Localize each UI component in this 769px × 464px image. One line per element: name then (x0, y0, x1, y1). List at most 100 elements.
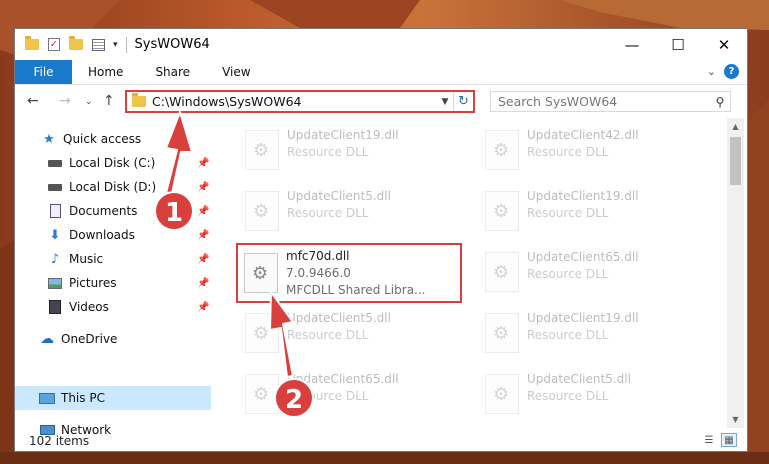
sidebar-item-videos[interactable]: Videos 📌 (15, 295, 211, 319)
dll-file-icon (485, 313, 519, 353)
sidebar-item-label: OneDrive (61, 332, 118, 346)
view-toggle: ☰ ▦ (697, 433, 737, 447)
sidebar-item-onedrive[interactable]: ☁ OneDrive (15, 327, 211, 351)
forward-arrow-icon[interactable]: → (59, 93, 71, 109)
music-icon: ♪ (50, 251, 60, 267)
documents-icon (47, 203, 63, 219)
search-icon[interactable]: ⚲ (710, 95, 730, 109)
file-tile[interactable]: UpdateClient5.dll Resource DLL (479, 368, 709, 422)
pin-icon[interactable]: 📌 (197, 230, 209, 241)
tab-file[interactable]: File (15, 60, 72, 84)
address-bar[interactable]: C:\Windows\SysWOW64 ▼ ↻ (125, 90, 475, 113)
file-description: Resource DLL (287, 206, 369, 220)
file-description: Resource DLL (527, 389, 609, 403)
tab-view[interactable]: View (206, 65, 266, 79)
file-name: UpdateClient19.dll (527, 311, 639, 325)
scroll-up-icon[interactable]: ▲ (727, 118, 744, 135)
status-bar: 102 items ☰ ▦ (15, 428, 747, 451)
file-tile[interactable]: UpdateClient19.dll Resource DLL (479, 185, 709, 239)
file-name: UpdateClient19.dll (287, 128, 399, 142)
sidebar-item-downloads[interactable]: ⬇ Downloads 📌 (15, 223, 211, 247)
pin-icon[interactable]: 📌 (197, 278, 209, 289)
file-tile[interactable]: UpdateClient65.dll Resource DLL (479, 246, 709, 300)
pin-icon[interactable]: 📌 (197, 254, 209, 265)
sidebar-item-pictures[interactable]: Pictures 📌 (15, 271, 211, 295)
pin-icon[interactable]: 📌 (197, 182, 209, 193)
address-path[interactable]: C:\Windows\SysWOW64 (152, 94, 437, 109)
file-name: UpdateClient65.dll (527, 250, 639, 264)
sidebar-item-local-disk-d[interactable]: Local Disk (D:) 📌 (15, 175, 211, 199)
details-view-icon[interactable]: ☰ (701, 433, 717, 447)
dll-file-icon (245, 191, 279, 231)
recent-locations-chevron-icon[interactable]: ⌄ (85, 97, 93, 107)
minimize-button[interactable]: — (609, 29, 655, 60)
search-input[interactable]: Search SysWOW64 (498, 94, 710, 109)
file-description: Resource DLL (527, 328, 609, 342)
download-icon: ⬇ (49, 227, 61, 243)
address-history-chevron-icon[interactable]: ▼ (437, 97, 453, 107)
pictures-icon (47, 275, 63, 291)
sidebar-item-quick-access[interactable]: ★ Quick access (15, 127, 211, 151)
customize-toolbar-dropdown-icon[interactable]: ▾ (113, 40, 118, 50)
ribbon-right-controls: ⌄ ? (707, 64, 739, 79)
vertical-scrollbar[interactable]: ▲ ▼ (727, 118, 744, 428)
dll-file-icon (244, 253, 278, 293)
cloud-icon: ☁ (40, 331, 54, 347)
window-controls: — ☐ ✕ (609, 29, 747, 60)
properties-icon[interactable] (91, 38, 105, 52)
expand-ribbon-icon[interactable]: ⌄ (707, 65, 716, 78)
tiles-view-icon[interactable]: ▦ (721, 433, 737, 447)
pin-icon[interactable]: 📌 (197, 158, 209, 169)
sidebar-item-label: Quick access (63, 132, 142, 146)
file-tile[interactable]: UpdateClient65.dll Resource DLL (239, 368, 469, 422)
file-list: UpdateClient19.dll Resource DLL UpdateCli… (211, 118, 726, 428)
file-tile[interactable]: UpdateClient19.dll Resource DLL (239, 124, 469, 178)
file-name: UpdateClient5.dll (287, 311, 391, 325)
new-folder-icon[interactable] (69, 36, 83, 52)
maximize-button[interactable]: ☐ (655, 29, 701, 60)
dll-file-icon (485, 130, 519, 170)
dll-file-icon (485, 191, 519, 231)
file-tile[interactable]: UpdateClient19.dll Resource DLL (479, 307, 709, 361)
file-tile-mfc70d[interactable]: mfc70d.dll 7.0.9466.0 MFCDLL Shared Libr… (236, 243, 462, 303)
sidebar-item-documents[interactable]: Documents 📌 (15, 199, 211, 223)
scroll-thumb[interactable] (730, 137, 741, 185)
file-description: Resource DLL (287, 328, 369, 342)
sidebar-item-local-disk-c[interactable]: Local Disk (C:) 📌 (15, 151, 211, 175)
scroll-down-icon[interactable]: ▼ (727, 411, 744, 428)
tab-share[interactable]: Share (139, 65, 206, 79)
star-icon: ★ (43, 131, 55, 147)
file-name: UpdateClient5.dll (527, 372, 631, 386)
navigation-pane: ★ Quick access Local Disk (C:) 📌 Local D… (15, 118, 211, 437)
dll-file-icon (245, 313, 279, 353)
videos-icon (47, 299, 63, 315)
up-arrow-icon[interactable]: ↑ (103, 93, 115, 109)
close-button[interactable]: ✕ (701, 29, 747, 60)
file-tile[interactable]: UpdateClient5.dll Resource DLL (239, 185, 469, 239)
sidebar-item-this-pc[interactable]: This PC (15, 386, 211, 410)
pin-icon[interactable]: 📌 (197, 302, 209, 313)
help-icon[interactable]: ? (724, 64, 739, 79)
folder-icon[interactable] (25, 36, 39, 52)
file-description: Resource DLL (287, 145, 369, 159)
sidebar-item-music[interactable]: ♪ Music 📌 (15, 247, 211, 271)
refresh-icon[interactable]: ↻ (453, 92, 473, 111)
file-version: 7.0.9466.0 (286, 266, 351, 280)
pin-icon[interactable]: 📌 (197, 206, 209, 217)
drive-icon (47, 155, 63, 171)
dll-file-icon (245, 130, 279, 170)
search-box[interactable]: Search SysWOW64 ⚲ (490, 91, 731, 112)
item-count: 102 items (29, 433, 90, 448)
file-name: UpdateClient5.dll (287, 189, 391, 203)
tab-home[interactable]: Home (72, 65, 139, 79)
file-tile[interactable]: UpdateClient5.dll Resource DLL (239, 307, 469, 361)
folder-icon (132, 93, 146, 107)
back-arrow-icon[interactable]: ← (27, 93, 39, 109)
file-tile[interactable]: UpdateClient42.dll Resource DLL (479, 124, 709, 178)
sidebar-item-label: Documents (69, 204, 138, 218)
file-name: UpdateClient19.dll (527, 189, 639, 203)
sidebar-item-label: Downloads (69, 228, 135, 242)
dll-file-icon (485, 252, 519, 292)
dll-file-icon (245, 374, 279, 414)
properties-check-icon[interactable]: ✓ (47, 38, 61, 52)
